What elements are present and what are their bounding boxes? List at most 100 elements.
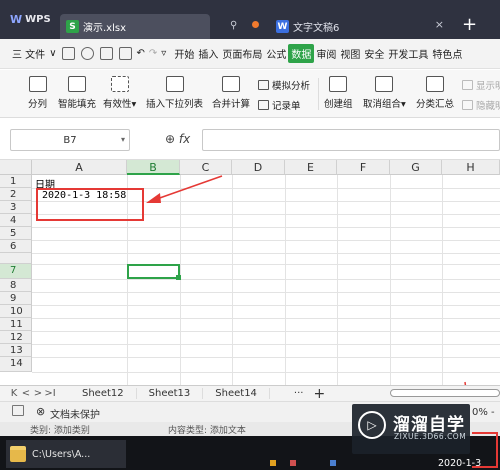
gridline [32,264,500,265]
selected-cell-b7[interactable] [127,264,180,279]
print-preview-icon[interactable] [118,47,132,60]
prev-sheet-icon[interactable]: < [20,388,32,399]
shield-icon: ⊗ [36,405,46,418]
formula-input[interactable] [202,129,500,151]
smart-fill-button[interactable]: 智能填充 [58,76,96,110]
writer-file-icon: W [276,20,289,33]
menu-developer[interactable]: 开发工具 [386,46,430,61]
row-header-2[interactable]: 2 [0,188,32,201]
next-sheet-icon[interactable]: > [32,388,44,399]
new-tab-plus-icon[interactable]: + [462,14,477,35]
print-icon[interactable] [99,47,113,60]
create-group-button[interactable]: 创建组 [324,76,353,110]
save-icon[interactable] [61,47,75,60]
taskbar-explorer[interactable]: C:\Users\A... [6,440,126,468]
sheet-tab-sheet14[interactable]: Sheet14 [203,388,270,399]
row-header-4[interactable]: 4 [0,214,32,227]
chevron-down-icon[interactable]: ∨ [47,48,58,59]
zoom-icon[interactable]: ⊕ [165,132,175,146]
column-header-g[interactable]: G [390,160,442,175]
redo-icon[interactable]: ↷ [147,48,159,59]
cell-reference: B7 [63,134,77,146]
row-header-10[interactable]: 10 [0,305,32,318]
fx-icon[interactable]: fx [179,132,190,146]
row-header-14[interactable]: 14 [0,357,32,372]
row-header-6[interactable]: 6 [0,240,32,253]
row-header-7[interactable]: 7 [0,264,32,279]
zoom-level[interactable]: 0% - [472,407,495,418]
gridline [390,175,391,385]
chevron-down-icon[interactable]: ▾ [121,135,125,144]
content-type-field[interactable]: 内容类型: 添加文本 [168,423,246,436]
undo-history-icon[interactable] [80,47,94,60]
validity-label: 有效性▾ [103,99,137,110]
category-field[interactable]: 类别: 添加类别 [30,423,90,436]
validity-button[interactable]: 有效性▾ [103,76,136,110]
menu-start[interactable]: 开始 [172,46,196,61]
row-header-1[interactable]: 1 [0,175,32,188]
column-header-e[interactable]: E [285,160,337,175]
undo-icon[interactable]: ↶ [135,48,147,59]
horizontal-scrollbar[interactable] [390,389,500,397]
menu-formula[interactable]: 公式 [264,46,288,61]
formula-bar: B7 ▾ ⊕ fx [0,118,500,160]
gridline [32,253,500,254]
validity-icon [110,76,129,92]
column-header-a[interactable]: A [32,160,127,175]
select-all-corner[interactable] [0,160,32,175]
subtotal-button[interactable]: 分类汇总 [416,76,454,110]
show-detail-button[interactable]: 显示明 [462,78,500,92]
cell-mode-icon[interactable] [12,405,24,416]
more-sheets-icon[interactable]: ··· [294,388,304,399]
name-box[interactable]: B7 ▾ [10,129,130,151]
add-sheet-icon[interactable]: + [313,386,325,402]
first-sheet-icon[interactable]: K [8,388,20,399]
pin-icon[interactable]: ⚲ [230,20,237,31]
gridline [32,305,500,306]
tray-icon [330,460,336,466]
ungroup-button[interactable]: 取消组合▾ [363,76,406,110]
tray-icon [290,460,296,466]
split-button[interactable]: 分列 [28,76,47,110]
row-header-8[interactable]: 8 [0,279,32,292]
insert-dropdown-button[interactable]: 插入下拉列表 [146,76,203,110]
merge-calc-button[interactable]: 合并计算 [212,76,250,110]
row-header-12[interactable]: 12 [0,331,32,344]
column-header-d[interactable]: D [232,160,285,175]
column-header-h[interactable]: H [442,160,500,175]
tab-spreadsheet[interactable]: S 演示.xlsx [60,14,210,39]
menu-page-layout[interactable]: 页面布局 [220,46,264,61]
smart-fill-label: 智能填充 [58,99,97,110]
tab-document[interactable]: W 文字文稿6 × [270,14,450,39]
simulate-button[interactable]: 模拟分析 [258,78,310,92]
hide-detail-button[interactable]: 隐藏明 [462,98,500,112]
fill-handle[interactable] [176,275,181,280]
menu-view[interactable]: 视图 [338,46,362,61]
ribbon-divider [318,78,319,110]
insert-dropdown-icon [165,76,184,92]
record-form-button[interactable]: 记录单 [258,98,301,112]
menu-security[interactable]: 安全 [362,46,386,61]
column-header-f[interactable]: F [337,160,390,175]
record-form-icon [258,100,269,110]
menu-review[interactable]: 审阅 [314,46,338,61]
row-header-11[interactable]: 11 [0,318,32,331]
wps-logo[interactable]: W WPS [10,13,51,26]
protection-status[interactable]: 文档未保护 [50,406,100,421]
gridline [32,331,500,332]
menu-file[interactable]: 三 文件 [0,46,47,61]
sheet-tab-sheet13[interactable]: Sheet13 [137,388,204,399]
row-header-9[interactable]: 9 [0,292,32,305]
menu-insert[interactable]: 插入 [196,46,220,61]
split-columns-icon [28,76,47,92]
row-header-13[interactable]: 13 [0,344,32,357]
close-icon[interactable]: × [435,18,444,31]
last-sheet-icon[interactable]: >I [44,388,56,399]
sheet-tab-sheet12[interactable]: Sheet12 [70,388,137,399]
quick-access-chevron-icon[interactable]: ▿ [159,48,168,59]
menu-features[interactable]: 特色点 [430,46,464,61]
row-header-5[interactable]: 5 [0,227,32,240]
menu-data[interactable]: 数据 [288,44,315,63]
ribbon: 分列 智能填充 有效性▾ 插入下拉列表 合并计算 模拟分析 记录单 创建组 取消… [0,70,500,118]
row-header-3[interactable]: 3 [0,201,32,214]
